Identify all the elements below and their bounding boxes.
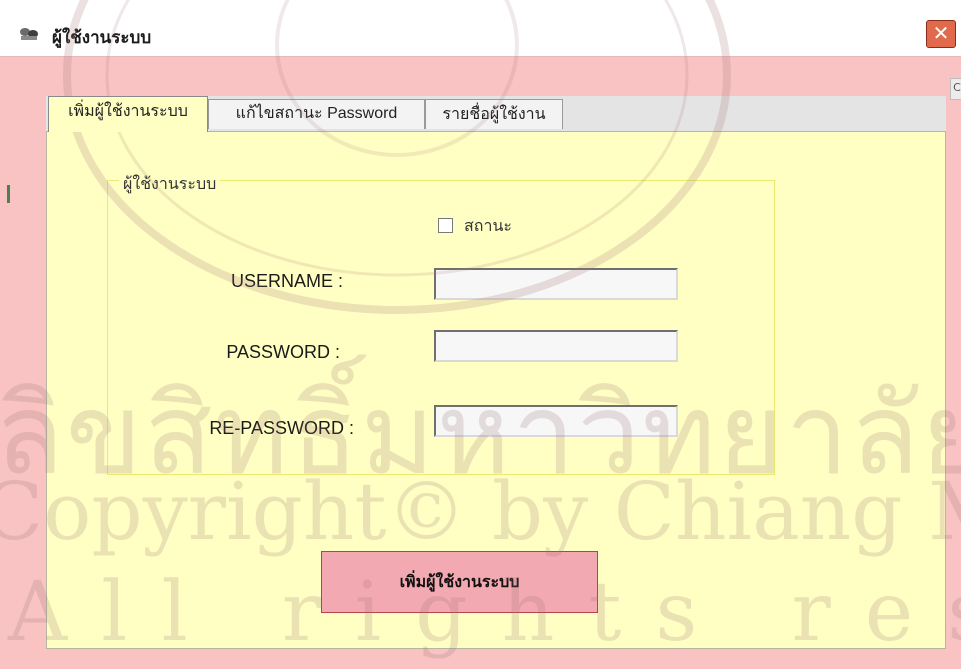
tab-user-list[interactable]: รายชื่อผู้ใช้งาน	[425, 99, 563, 129]
title-bar: ผู้ใช้งานระบบ ✕	[0, 0, 961, 57]
username-field[interactable]	[434, 268, 678, 300]
repassword-label: RE-PASSWORD :	[209, 418, 354, 438]
app-window: ผู้ใช้งานระบบ ✕ C เพิ่มผู้ใช้งานระบบ แก้…	[0, 0, 961, 669]
password-label: PASSWORD :	[226, 342, 340, 362]
tab-add-user[interactable]: เพิ่มผู้ใช้งานระบบ	[48, 96, 208, 132]
close-icon: ✕	[932, 21, 950, 45]
status-label: สถานะ	[464, 216, 512, 235]
window-title: ผู้ใช้งานระบบ	[52, 28, 152, 48]
status-checkbox[interactable]	[438, 218, 453, 233]
add-user-button[interactable]: เพิ่มผู้ใช้งานระบบ	[321, 551, 598, 613]
username-label: USERNAME :	[230, 271, 343, 291]
tab-edit-status-password[interactable]: แก้ไขสถานะ Password	[208, 99, 425, 129]
groupbox-label: ผู้ใช้งานระบบ	[119, 172, 221, 197]
left-edge-marker	[7, 185, 10, 203]
repassword-field[interactable]	[434, 405, 678, 437]
close-button[interactable]: ✕	[926, 20, 956, 48]
password-field[interactable]	[434, 330, 678, 362]
users-icon	[18, 26, 40, 42]
side-control[interactable]: C	[950, 78, 961, 100]
